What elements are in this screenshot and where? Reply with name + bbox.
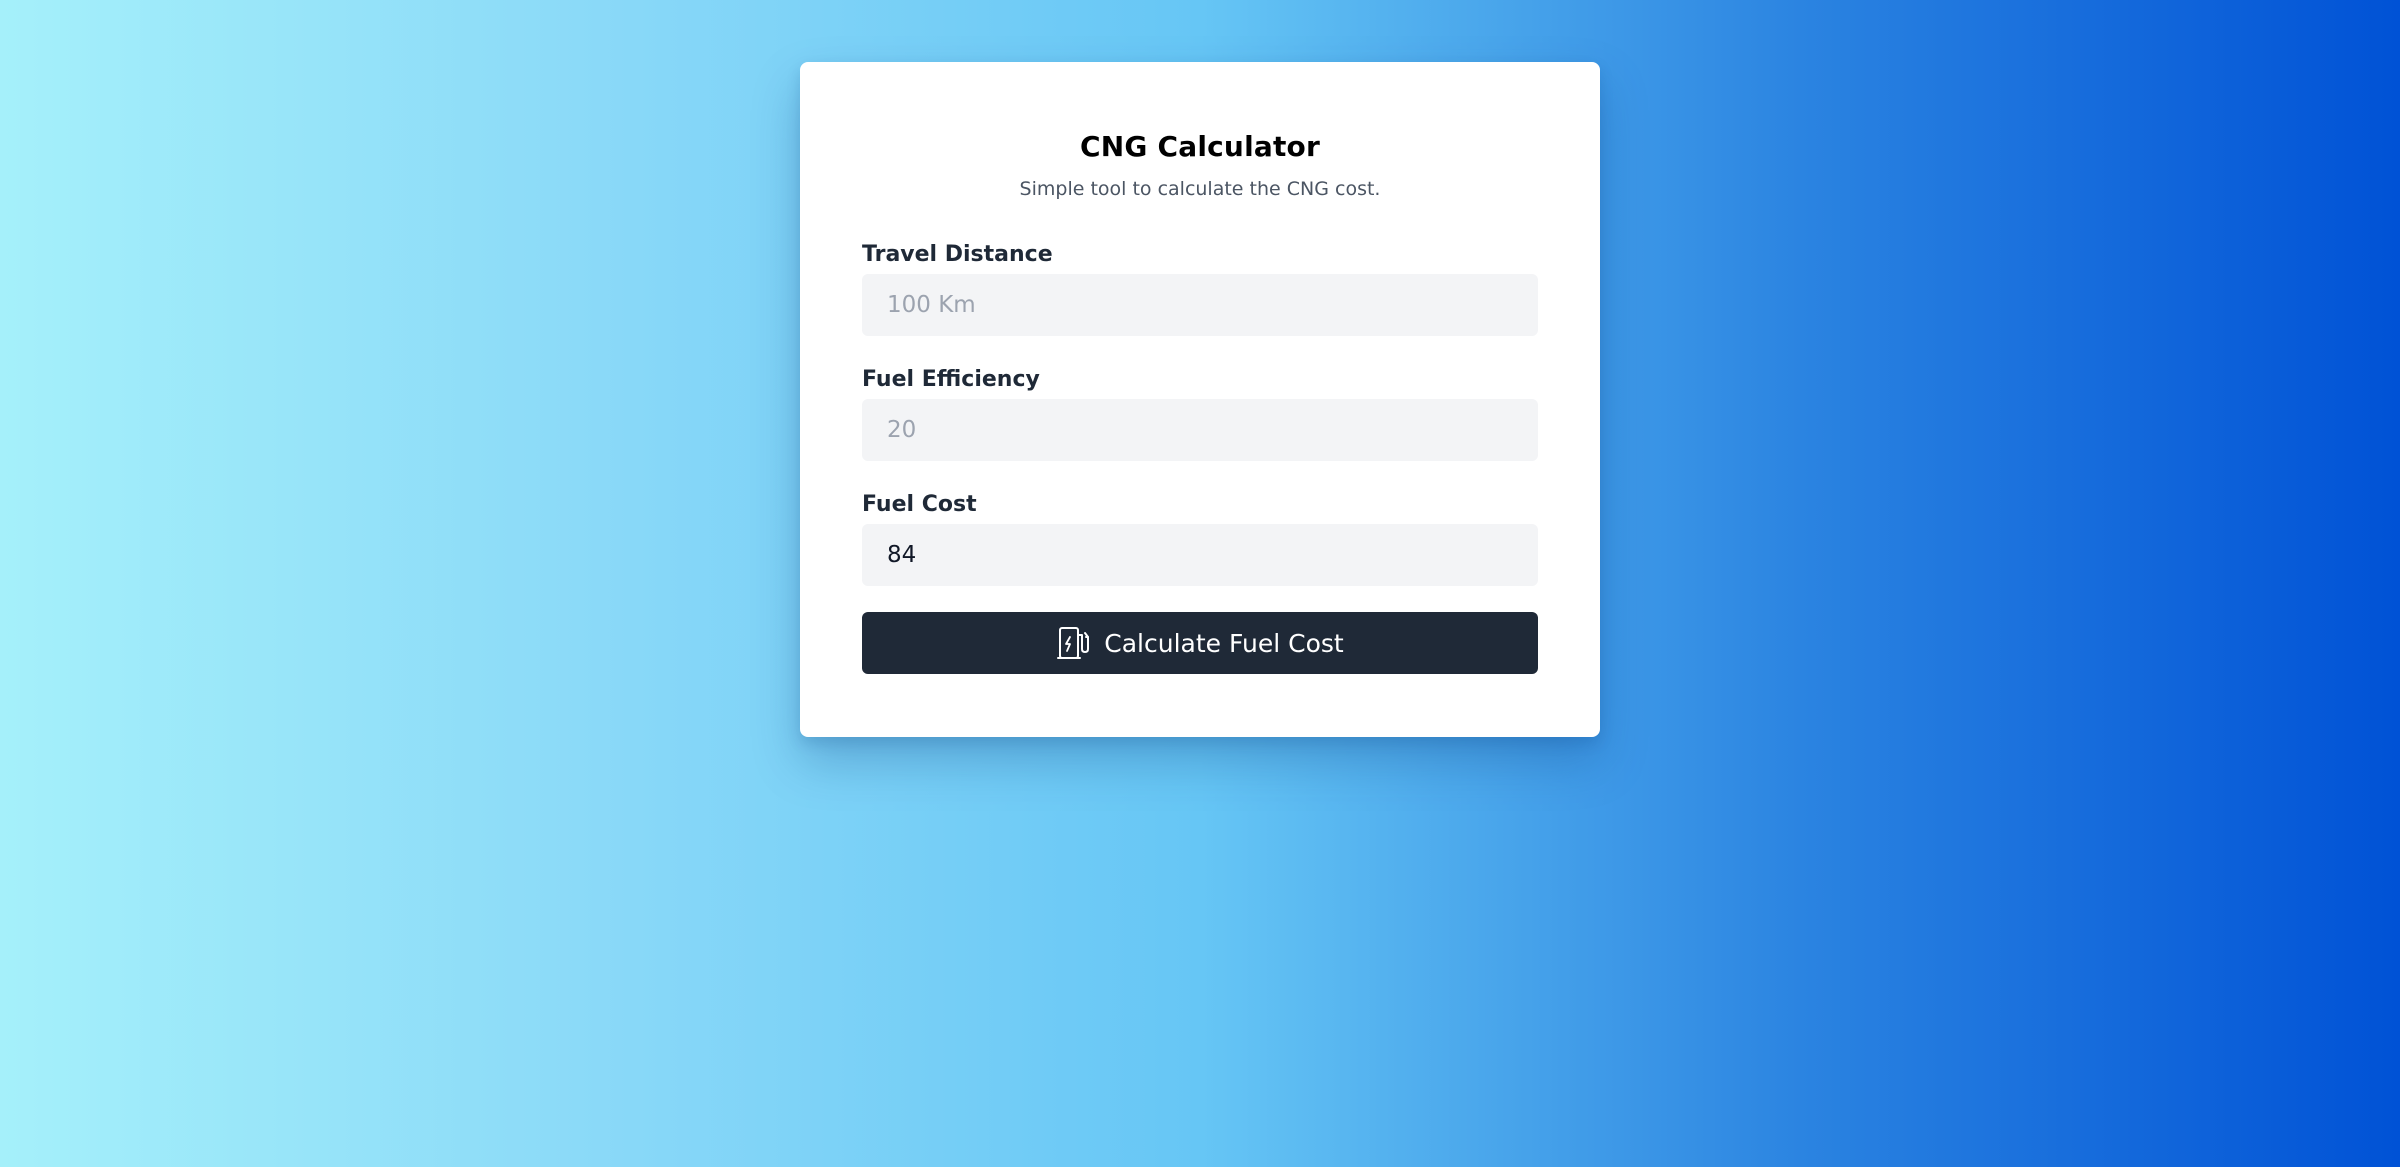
- calculator-card: CNG Calculator Simple tool to calculate …: [800, 62, 1600, 737]
- travel-distance-input[interactable]: [862, 274, 1538, 336]
- fuel-efficiency-label: Fuel Efficiency: [862, 367, 1040, 392]
- fuel-cost-input[interactable]: [862, 524, 1538, 586]
- fuel-cost-label: Fuel Cost: [862, 492, 977, 517]
- calculate-button-label: Calculate Fuel Cost: [1104, 628, 1344, 658]
- fuel-efficiency-input[interactable]: [862, 399, 1538, 461]
- fuel-pump-icon: [1056, 625, 1092, 661]
- calculate-fuel-cost-button[interactable]: Calculate Fuel Cost: [862, 612, 1538, 674]
- page-subtitle: Simple tool to calculate the CNG cost.: [1019, 178, 1381, 200]
- travel-distance-label: Travel Distance: [862, 242, 1053, 267]
- page-title: CNG Calculator: [1079, 130, 1320, 163]
